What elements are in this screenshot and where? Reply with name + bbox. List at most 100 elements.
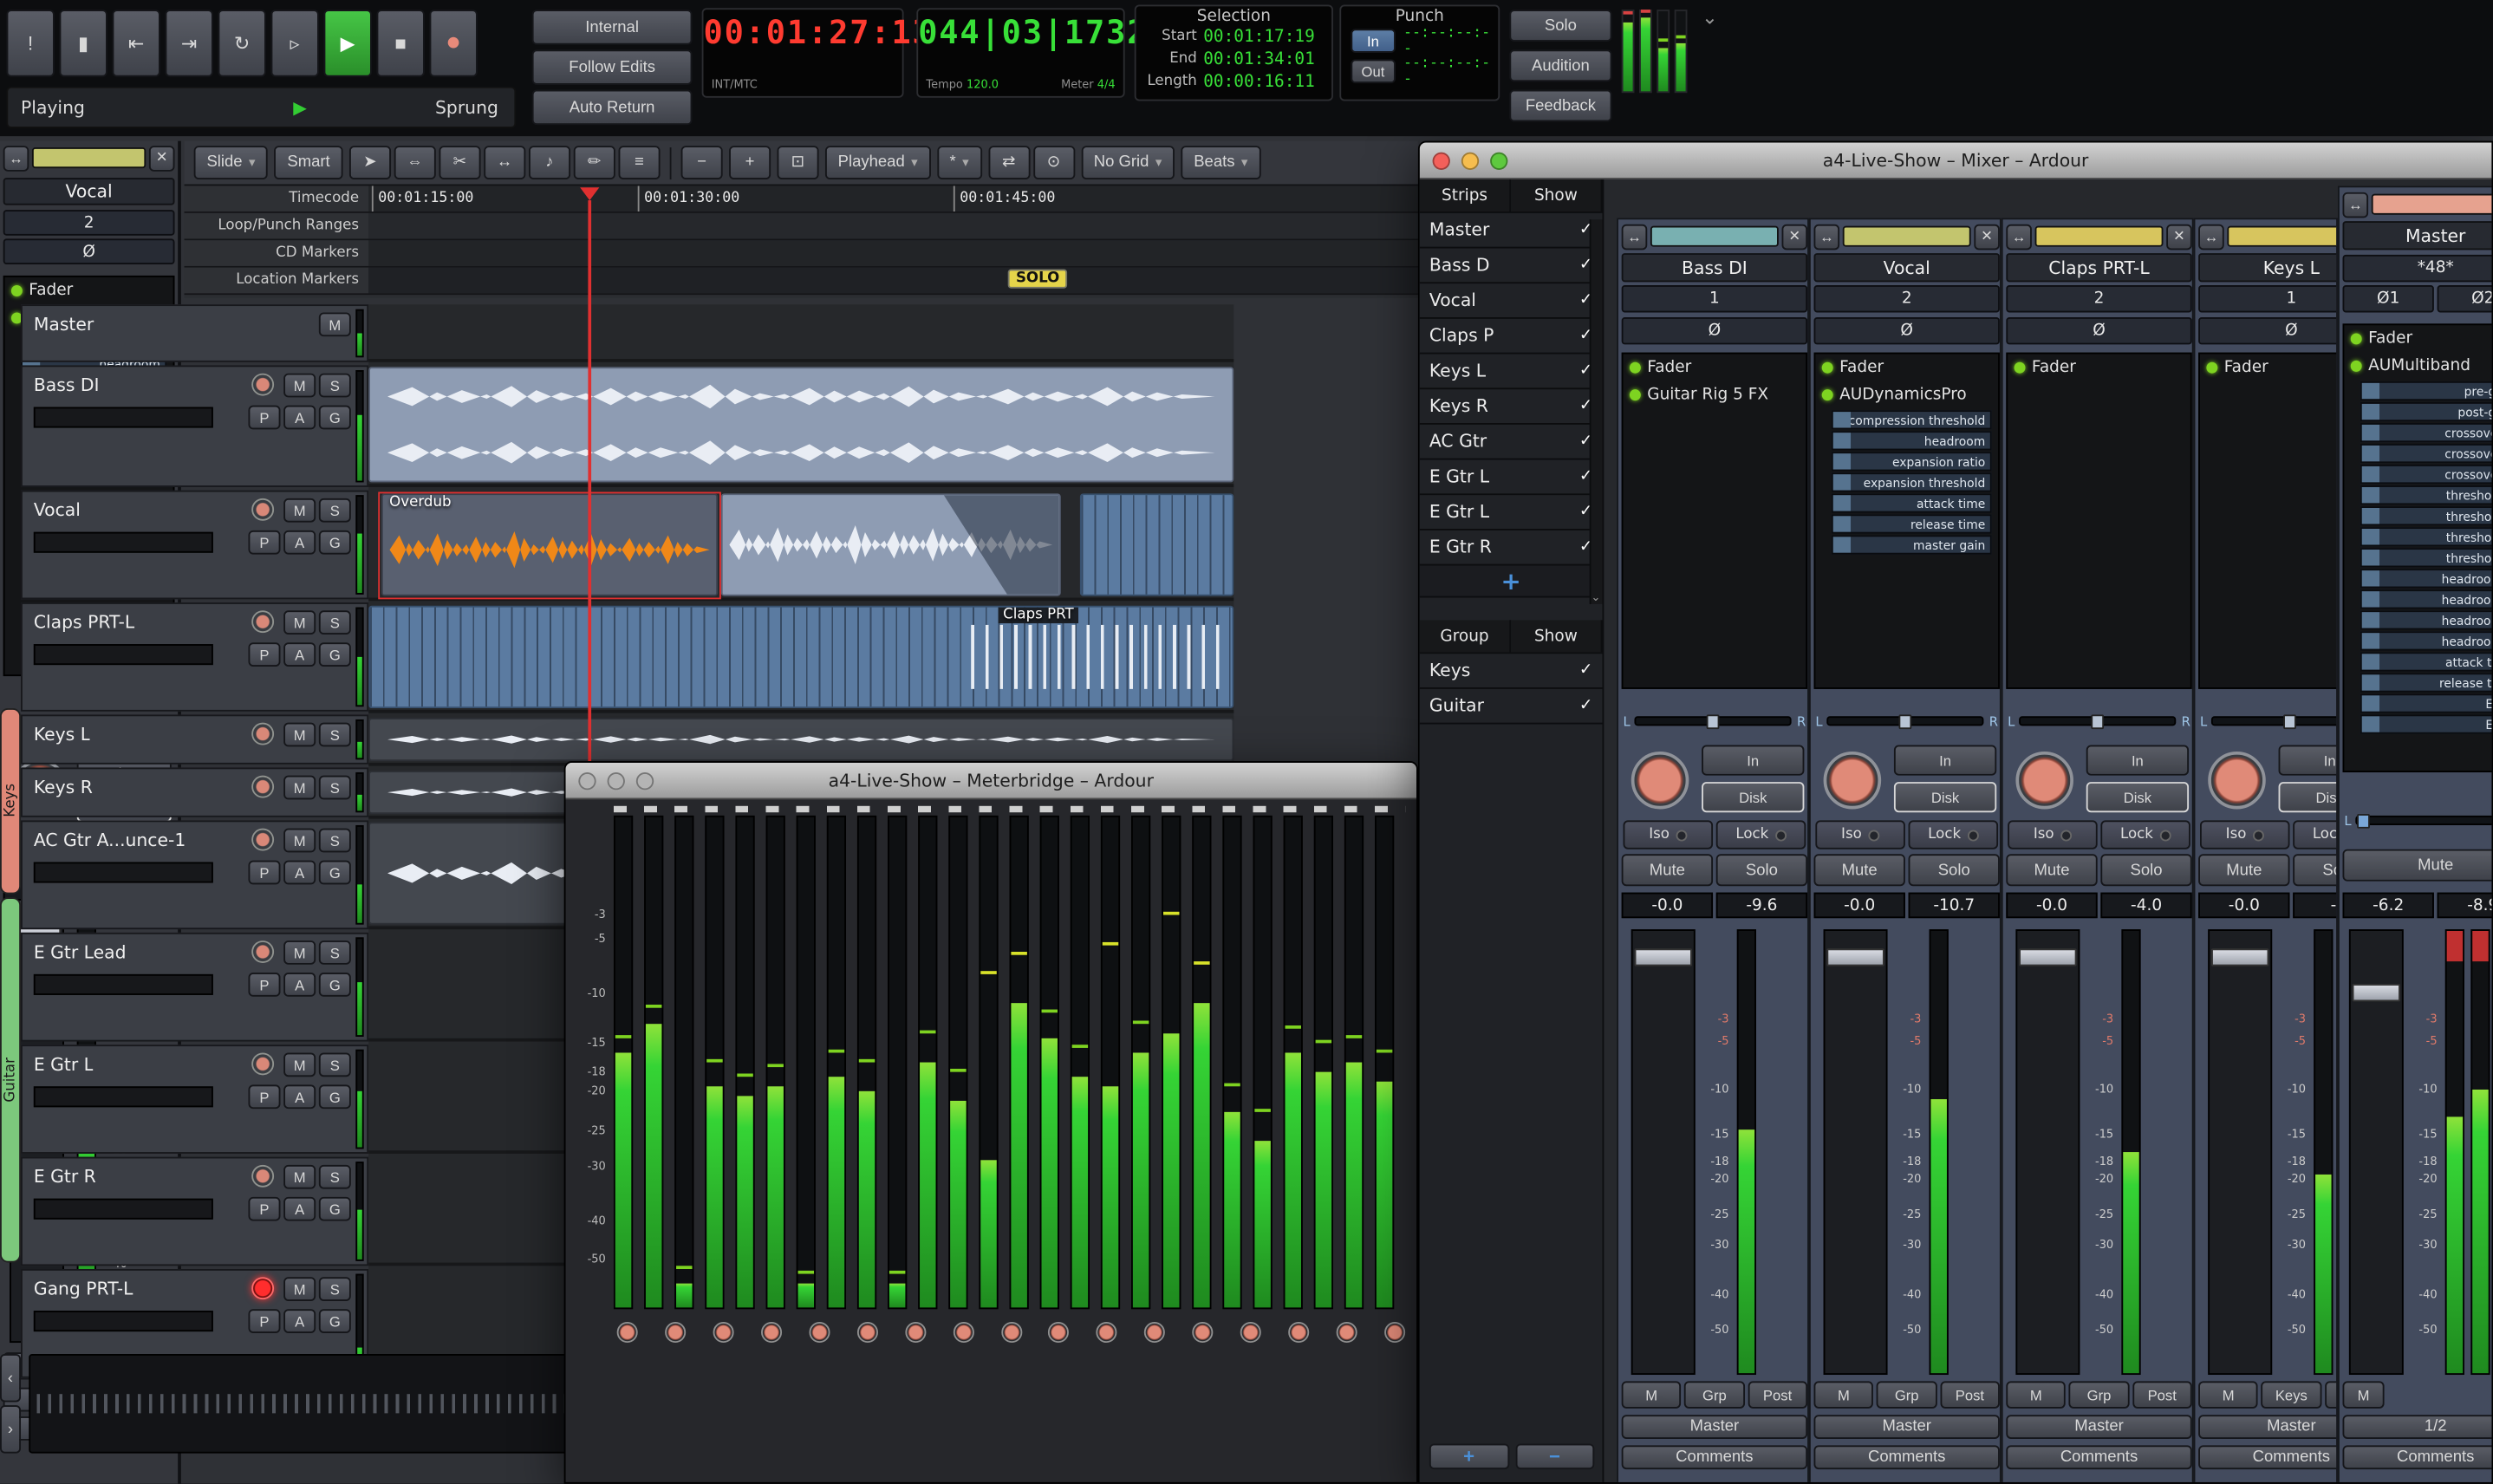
transport-button[interactable]: ! xyxy=(6,10,55,77)
record-arm-button[interactable] xyxy=(251,498,275,521)
strip-phase-button[interactable]: Ø xyxy=(3,238,175,265)
track-solo-button[interactable]: S xyxy=(318,1052,351,1077)
audio-region[interactable] xyxy=(1079,493,1234,596)
follow-edits-button[interactable]: Follow Edits xyxy=(531,49,693,85)
processor-led-icon[interactable] xyxy=(2206,361,2218,374)
record-arm-button[interactable] xyxy=(251,775,275,798)
group-button[interactable]: G xyxy=(318,1084,351,1110)
meter-position-button[interactable]: Post xyxy=(1939,1381,2000,1409)
plugin-control[interactable]: release time xyxy=(2360,673,2492,693)
comments-button[interactable]: Comments xyxy=(1621,1445,1808,1470)
metering-button[interactable]: M xyxy=(1813,1381,1874,1409)
strip-name[interactable]: Bass DI xyxy=(1621,253,1808,283)
record-arm-button[interactable] xyxy=(251,1164,275,1188)
edit-mode-dropdown[interactable]: Slide ▾ xyxy=(193,146,269,180)
pan-thumb[interactable] xyxy=(2358,814,2371,829)
strip-phase-button[interactable]: Ø xyxy=(1813,317,2000,345)
peak-display[interactable]: -10.7 xyxy=(1908,892,2000,919)
gain-display[interactable]: -0.0 xyxy=(2198,892,2290,919)
pan-track[interactable] xyxy=(2019,714,2177,730)
plugin-control[interactable]: compression threshold xyxy=(1831,410,1992,430)
pan-track[interactable] xyxy=(1827,714,1985,730)
transport-button[interactable]: ↻ xyxy=(218,10,266,77)
mouse-mode-tool-button[interactable]: ✏ xyxy=(573,146,615,180)
playlist-button[interactable]: P xyxy=(248,530,281,555)
solo-button[interactable]: Solo xyxy=(1715,854,1808,887)
monitor-input-button[interactable]: In xyxy=(2086,745,2190,776)
track-header[interactable]: AC Gtr A...unce-1 M S P A G xyxy=(21,820,369,930)
pan-thumb[interactable] xyxy=(2283,714,2297,730)
track-mute-button[interactable]: M xyxy=(283,941,316,965)
automation-button[interactable]: A xyxy=(283,405,316,430)
fader-handle[interactable] xyxy=(2352,984,2401,1002)
strip-list-item[interactable]: Keys L ✓ xyxy=(1419,355,1603,390)
plugin-control[interactable]: threshold 4 xyxy=(2360,548,2492,568)
gain-fader[interactable] xyxy=(2348,929,2404,1376)
strip-expand-icon[interactable]: ↔ xyxy=(2006,223,2032,250)
pan-control[interactable]: L R xyxy=(2003,705,2192,737)
transport-button[interactable]: ■ xyxy=(376,10,425,77)
snap-option-button[interactable]: ⇄ xyxy=(987,146,1030,180)
solo-button[interactable]: Solo xyxy=(2100,854,2192,887)
comments-button[interactable]: Comments xyxy=(1813,1445,2000,1470)
automation-button[interactable]: A xyxy=(283,642,316,667)
track-mute-button[interactable]: M xyxy=(318,312,351,337)
processor-row[interactable]: Guitar Rig 5 FX xyxy=(1624,381,1806,408)
group-button[interactable]: G xyxy=(318,1309,351,1333)
automation-button[interactable]: A xyxy=(283,1196,316,1221)
track-header[interactable]: Master M S P A G xyxy=(21,304,369,362)
processor-led-icon[interactable] xyxy=(1821,389,1833,401)
track-mute-button[interactable]: M xyxy=(283,610,316,635)
monitor-disk-button[interactable]: Disk xyxy=(2086,782,2190,813)
processor-row[interactable]: Fader xyxy=(2008,355,2190,381)
strip-list-item[interactable]: Keys R ✓ xyxy=(1419,389,1603,425)
track-mini-fader[interactable] xyxy=(33,973,213,995)
track-header[interactable]: Keys R M S P A G xyxy=(21,767,369,817)
pan-control[interactable]: L R xyxy=(2195,705,2337,737)
add-strip-button[interactable]: + xyxy=(1419,565,1603,598)
processor-led-icon[interactable] xyxy=(1821,361,1833,374)
add-group-button[interactable]: + xyxy=(1429,1443,1509,1470)
plugin-control[interactable]: post-gain xyxy=(2360,401,2492,422)
mouse-mode-tool-button[interactable]: ↔ xyxy=(484,146,526,180)
group-button[interactable]: G xyxy=(318,860,351,885)
track-header[interactable]: Keys L M S P A G xyxy=(21,714,369,765)
track-mini-fader[interactable] xyxy=(33,407,213,428)
plugin-control[interactable]: threshold 1 xyxy=(2360,485,2492,505)
secondary-clock[interactable]: 044|03|1732 Tempo 120.0 Meter 4/4 xyxy=(916,8,1147,98)
pan-track[interactable] xyxy=(2211,714,2337,730)
gain-fader[interactable] xyxy=(2015,929,2080,1376)
group-list-item[interactable]: Keys ✓ xyxy=(1419,654,1603,689)
solo-isolate-button[interactable]: Iso xyxy=(1815,820,1905,849)
processor-box[interactable]: Fader Guitar Rig 5 FX xyxy=(1621,352,1808,689)
group-button[interactable]: G xyxy=(318,1196,351,1221)
processor-box[interactable]: Fader xyxy=(2006,352,2192,689)
punch-button[interactable]: Out xyxy=(1351,59,1396,84)
playlist-button[interactable]: P xyxy=(248,1084,281,1110)
track-mini-fader[interactable] xyxy=(33,1086,213,1108)
processor-led-icon[interactable] xyxy=(2014,361,2026,374)
metering-button[interactable]: M xyxy=(1621,1381,1682,1409)
maximize-icon[interactable] xyxy=(635,771,654,790)
gain-display[interactable]: -6.2 xyxy=(2342,892,2434,919)
strip-input-button[interactable]: *48* xyxy=(2342,254,2492,283)
canvas-row-claps[interactable]: Claps PRT xyxy=(368,604,1234,713)
strip-expand-icon[interactable]: ↔ xyxy=(1813,223,1840,250)
maximize-icon[interactable] xyxy=(1490,151,1508,170)
strip-close-icon[interactable]: ✕ xyxy=(1974,223,2000,250)
plugin-control[interactable]: headroom 3 xyxy=(2360,610,2492,630)
track-solo-button[interactable]: S xyxy=(318,610,351,635)
track-mute-button[interactable]: M xyxy=(283,775,316,800)
strip-phase-button[interactable]: Ø xyxy=(1621,317,1808,345)
record-arm-button[interactable] xyxy=(665,1322,687,1344)
mute-button[interactable]: Mute xyxy=(2006,854,2098,887)
track-header[interactable]: E Gtr Lead M S P A G xyxy=(21,932,369,1042)
selection-rectangle[interactable] xyxy=(378,491,721,600)
strip-list-item[interactable]: E Gtr L ✓ xyxy=(1419,495,1603,530)
track-name[interactable]: Keys R xyxy=(34,778,93,798)
comments-button[interactable]: Comments xyxy=(2198,1445,2337,1470)
fader-handle[interactable] xyxy=(1634,948,1693,967)
processor-led-icon[interactable] xyxy=(2350,360,2362,372)
strip-list-item[interactable]: Master ✓ xyxy=(1419,213,1603,249)
processor-row[interactable]: Fader xyxy=(2344,325,2491,352)
